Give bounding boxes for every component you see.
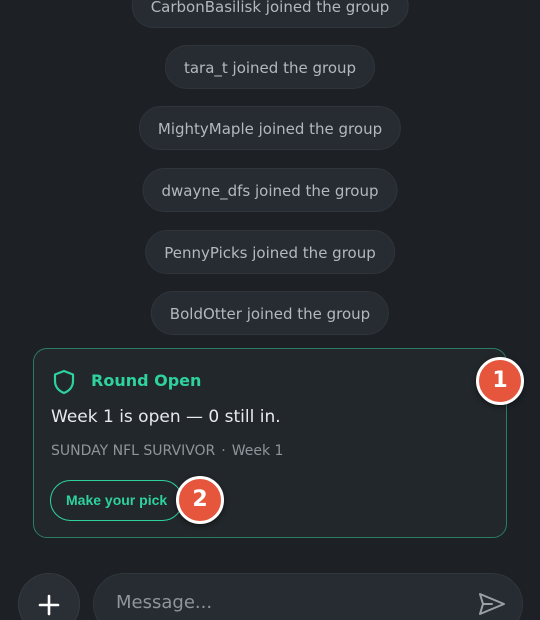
system-message-text: dwayne_dfs joined the group <box>161 182 379 200</box>
add-attachment-button[interactable] <box>18 573 80 620</box>
system-message-text: tara_t joined the group <box>183 59 357 77</box>
system-message-text: MightyMaple joined the group <box>157 120 383 138</box>
make-pick-button[interactable]: Make your pick <box>50 480 184 521</box>
week-label: Week 1 <box>231 443 284 459</box>
system-message-text: PennyPicks joined the group <box>164 244 376 262</box>
chat-screen: CarbonBasilisk joined the group tara_t j… <box>0 0 540 620</box>
system-message: tara_t joined the group <box>164 45 376 89</box>
system-message: dwayne_dfs joined the group <box>142 168 398 212</box>
shield-icon <box>53 369 75 395</box>
system-message-text: CarbonBasilisk joined the group <box>150 0 390 16</box>
round-open-card: Round Open Week 1 is open — 0 still in. … <box>33 348 507 538</box>
system-message: BoldOtter joined the group <box>150 291 390 335</box>
step-badge: 1 <box>476 357 524 405</box>
system-message: CarbonBasilisk joined the group <box>131 0 409 28</box>
message-composer <box>0 570 540 620</box>
meta-separator: · <box>221 443 226 459</box>
message-box <box>93 573 523 620</box>
card-body: Week 1 is open — 0 still in. <box>51 407 281 427</box>
system-message: MightyMaple joined the group <box>138 106 402 150</box>
send-icon[interactable] <box>478 592 506 616</box>
message-input[interactable] <box>116 588 456 616</box>
card-meta: SUNDAY NFL SURVIVOR · Week 1 <box>51 443 283 459</box>
step-badge: 2 <box>176 476 224 524</box>
card-title: Round Open <box>91 371 202 390</box>
system-message-text: BoldOtter joined the group <box>169 305 371 323</box>
plus-icon <box>38 594 60 616</box>
league-name: SUNDAY NFL SURVIVOR <box>51 443 216 459</box>
system-message: PennyPicks joined the group <box>145 230 395 274</box>
